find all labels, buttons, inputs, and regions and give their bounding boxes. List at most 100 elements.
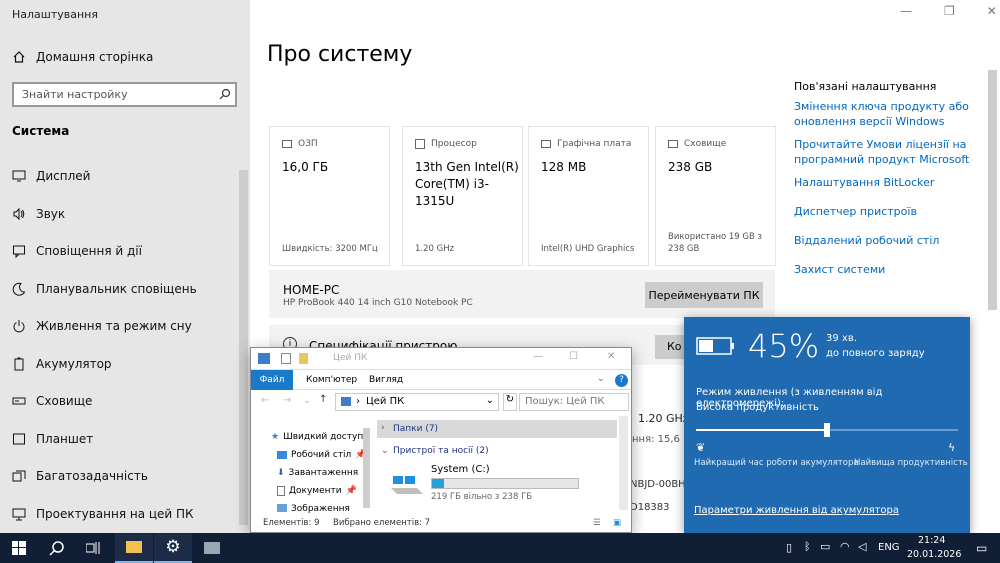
power-mode-slider[interactable] — [696, 423, 958, 437]
multitask-icon — [12, 470, 26, 482]
card-storage: Сховище 238 GB Використано 19 GB з 238 G… — [655, 126, 776, 266]
nav-scrollbar[interactable] — [363, 428, 370, 508]
sidebar-item-battery[interactable]: Акумулятор — [12, 354, 112, 374]
group-folders[interactable]: › Папки (7) — [377, 420, 617, 438]
clock-date[interactable]: 20.01.2026 — [907, 549, 961, 560]
search-placeholder: Знайти настройку — [22, 88, 128, 101]
card-sub: Швидкість: 3200 МГц — [282, 244, 378, 254]
wifi-icon[interactable]: ◠ — [840, 540, 850, 553]
close-icon[interactable]: ✕ — [987, 4, 997, 18]
task-view-button[interactable] — [74, 533, 112, 563]
battery-settings-link[interactable]: Параметри живлення від акумулятора — [694, 505, 899, 516]
link-system-protection[interactable]: Захист системи — [794, 262, 984, 277]
tab-view[interactable]: Вигляд — [369, 375, 403, 385]
forward-icon[interactable]: → — [283, 395, 291, 406]
sidebar-scrollbar[interactable] — [239, 170, 248, 525]
clock-time[interactable]: 21:24 — [918, 535, 945, 546]
drive-usage-bar — [431, 478, 579, 489]
taskbar: ⚙ ▯ ᛒ ▭ ◠ ◁ ENG 21:24 20.01.2026 ▭ — [0, 533, 1000, 563]
volume-icon[interactable]: ◁ — [858, 540, 866, 553]
maximize-icon[interactable]: ☐ — [569, 351, 578, 362]
rename-pc-button[interactable]: Перейменувати ПК — [645, 282, 763, 308]
sidebar-item-notifications[interactable]: Сповіщення й дії — [12, 241, 142, 261]
taskbar-settings[interactable]: ⚙ — [154, 533, 192, 563]
status-bar: Елементів: 9 Вибрано елементів: 7 ☰ ▣ — [251, 516, 631, 532]
tab-file[interactable]: Файл — [251, 370, 293, 390]
link-license-terms[interactable]: Прочитайте Умови ліцензії на програмний … — [794, 137, 984, 167]
sidebar-item-power[interactable]: Живлення та режим сну — [12, 316, 192, 336]
window-title: Налаштування — [12, 8, 98, 21]
link-device-manager[interactable]: Диспетчер пристроїв — [794, 204, 984, 219]
lightning-icon: ϟ — [948, 441, 956, 454]
taskbar-app[interactable] — [193, 533, 231, 563]
address-bar[interactable]: › Цей ПК ⌄ — [335, 393, 499, 411]
details-view-icon[interactable]: ☰ — [593, 518, 601, 528]
recent-dropdown-icon[interactable]: ⌄ — [303, 395, 311, 406]
chevron-down-icon[interactable]: ⌄ — [597, 374, 605, 384]
chevron-down-icon[interactable]: ⌄ — [486, 395, 494, 406]
drive-c[interactable]: System (C:) 219 ГБ вільно з 238 ГБ — [389, 462, 589, 506]
explorer-search-input[interactable]: Пошук: Цей ПК — [519, 393, 629, 411]
help-icon[interactable]: ? — [615, 374, 628, 387]
start-button[interactable] — [0, 533, 38, 563]
power-icon — [13, 320, 25, 333]
close-icon[interactable]: ✕ — [607, 351, 615, 362]
home-nav[interactable]: Домашня сторінка — [12, 47, 153, 67]
sidebar-item-display[interactable]: Дисплей — [12, 166, 90, 186]
language-indicator[interactable]: ENG — [878, 542, 900, 553]
tiles-view-icon[interactable]: ▣ — [613, 518, 621, 528]
slider-fill — [696, 429, 827, 431]
up-icon[interactable]: ↑ — [319, 394, 327, 405]
minimize-icon[interactable]: — — [900, 4, 912, 18]
search-input[interactable]: Знайти настройку — [12, 82, 237, 107]
home-icon — [13, 51, 25, 63]
ram-icon — [282, 140, 292, 148]
battery-icon[interactable]: ▯ — [786, 541, 792, 554]
sidebar-item-sound[interactable]: Звук — [12, 204, 65, 224]
notification-center-icon[interactable]: ▭ — [976, 541, 987, 555]
sidebar-item-multitasking[interactable]: Багатозадачність — [12, 466, 148, 486]
maximize-icon[interactable]: ❐ — [944, 4, 955, 18]
chevron-down-icon: ⌄ — [381, 446, 389, 456]
settings-sidebar: Налаштування Домашня сторінка Знайти нас… — [0, 0, 250, 533]
card-value: 13th Gen Intel(R) Core(TM) i3-1315U — [415, 160, 519, 208]
sidebar-item-focus[interactable]: Планувальник сповіщень — [12, 279, 197, 299]
address-text: Цей ПК — [366, 396, 405, 407]
chevron-right-icon: › — [381, 423, 385, 433]
network-icon[interactable]: ▭ — [820, 540, 830, 553]
nav-quick-access[interactable]: ★ Швидкий доступ — [271, 432, 363, 442]
status-items: Елементів: 9 — [263, 518, 320, 528]
nav-documents[interactable]: Документи 📌 — [277, 486, 357, 496]
sidebar-item-project[interactable]: Проектування на цей ПК — [12, 504, 194, 524]
sidebar-item-tablet[interactable]: Планшет — [12, 429, 93, 449]
nav-downloads[interactable]: ⬇ Завантаження — [277, 468, 369, 478]
nav-pictures[interactable]: Зображення — [277, 504, 350, 514]
sidebar-item-label: Сховище — [36, 394, 93, 408]
taskbar-explorer[interactable] — [115, 533, 153, 563]
content-scrollbar[interactable] — [619, 416, 628, 510]
back-icon[interactable]: ← — [261, 395, 269, 406]
group-devices[interactable]: ⌄ Пристрої та носії (2) — [377, 444, 617, 460]
minimize-icon[interactable]: — — [533, 351, 543, 362]
battery-percent: 45% — [748, 327, 820, 365]
disk-icon — [668, 140, 678, 148]
main-scrollbar[interactable] — [988, 70, 997, 310]
file-explorer-window: Цей ПК — ☐ ✕ Файл Комп'ютер Вигляд ⌄ ? ←… — [250, 347, 632, 533]
bluetooth-icon[interactable]: ᛒ — [804, 540, 811, 553]
link-remote-desktop[interactable]: Віддалений робочий стіл — [794, 233, 984, 248]
pc-icon — [258, 353, 270, 364]
slider-right-label: Найвища продуктивність — [854, 458, 968, 468]
folder-icon[interactable] — [299, 353, 308, 364]
document-icon — [277, 486, 285, 496]
refresh-icon[interactable]: ↻ — [503, 393, 517, 411]
search-button[interactable] — [38, 533, 76, 563]
link-bitlocker[interactable]: Налаштування BitLocker — [794, 175, 984, 190]
nav-desktop[interactable]: Робочий стіл 📌 — [277, 450, 367, 460]
tab-computer[interactable]: Комп'ютер — [306, 375, 357, 385]
slider-thumb[interactable] — [824, 423, 830, 437]
nav-label: Швидкий доступ — [283, 432, 364, 442]
link-product-key[interactable]: Змінення ключа продукту або оновлення ве… — [794, 99, 984, 129]
properties-icon[interactable] — [281, 353, 291, 364]
card-value: 16,0 ГБ — [282, 160, 329, 174]
sidebar-item-storage[interactable]: Сховище — [12, 391, 92, 411]
